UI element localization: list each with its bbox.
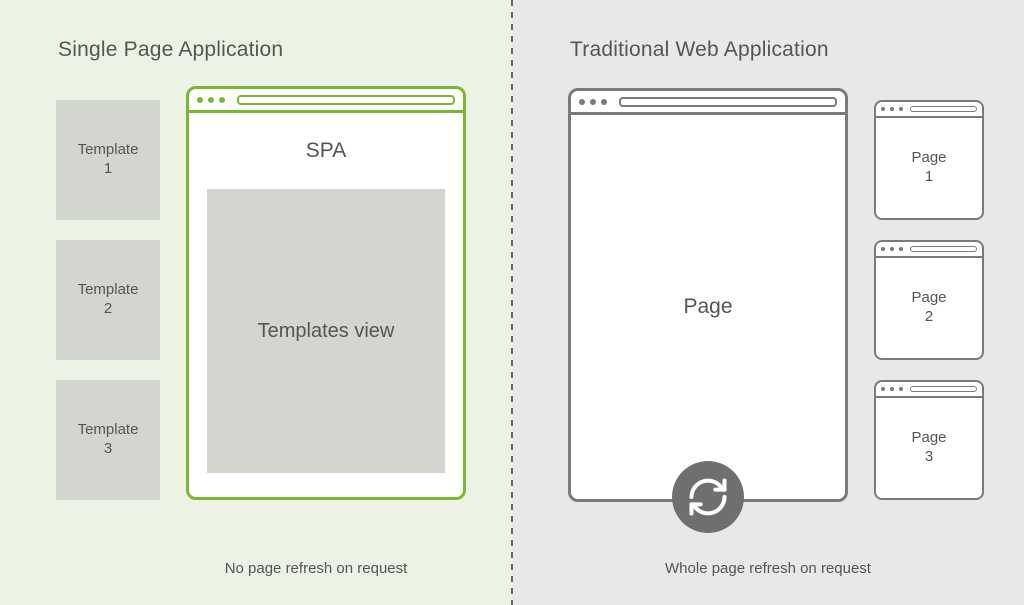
mini-page-label: Page2 [876, 258, 982, 358]
template-card: Template2 [56, 240, 160, 360]
mini-page-window: Page3 [874, 380, 984, 500]
traditional-caption: Whole page refresh on request [512, 560, 1024, 577]
browser-chrome [876, 102, 982, 118]
browser-chrome [189, 89, 463, 113]
address-bar-icon [910, 386, 977, 392]
mini-page-label: Page3 [876, 398, 982, 498]
window-controls-icon [881, 387, 903, 391]
window-controls-icon [579, 99, 607, 105]
address-bar-icon [619, 97, 837, 107]
window-controls-icon [197, 97, 225, 103]
address-bar-icon [910, 106, 977, 112]
browser-chrome [571, 91, 845, 115]
page-label: Page [571, 115, 845, 499]
spa-label: SPA [189, 139, 463, 163]
address-bar-icon [237, 95, 455, 105]
window-controls-icon [881, 107, 903, 111]
window-controls-icon [881, 247, 903, 251]
traditional-browser-window: Page [568, 88, 848, 502]
spa-browser-window: SPA Templates view [186, 86, 466, 500]
template-card: Template1 [56, 100, 160, 220]
spa-panel-title: Single Page Application [58, 38, 283, 62]
template-card: Template3 [56, 380, 160, 500]
mini-page-window: Page1 [874, 100, 984, 220]
address-bar-icon [910, 246, 977, 252]
mini-page-window: Page2 [874, 240, 984, 360]
template-list: Template1 Template2 Template3 [56, 100, 160, 500]
refresh-icon [672, 461, 744, 533]
spa-panel: Single Page Application Template1 Templa… [0, 0, 512, 605]
spa-caption: No page refresh on request [0, 560, 512, 577]
traditional-panel-title: Traditional Web Application [570, 38, 829, 62]
traditional-panel: Traditional Web Application Page [512, 0, 1024, 605]
page-list: Page1 Page2 Page3 [874, 100, 984, 500]
mini-page-label: Page1 [876, 118, 982, 218]
comparison-diagram: Single Page Application Template1 Templa… [0, 0, 1024, 605]
browser-chrome [876, 382, 982, 398]
templates-view-region: Templates view [207, 189, 445, 473]
browser-chrome [876, 242, 982, 258]
